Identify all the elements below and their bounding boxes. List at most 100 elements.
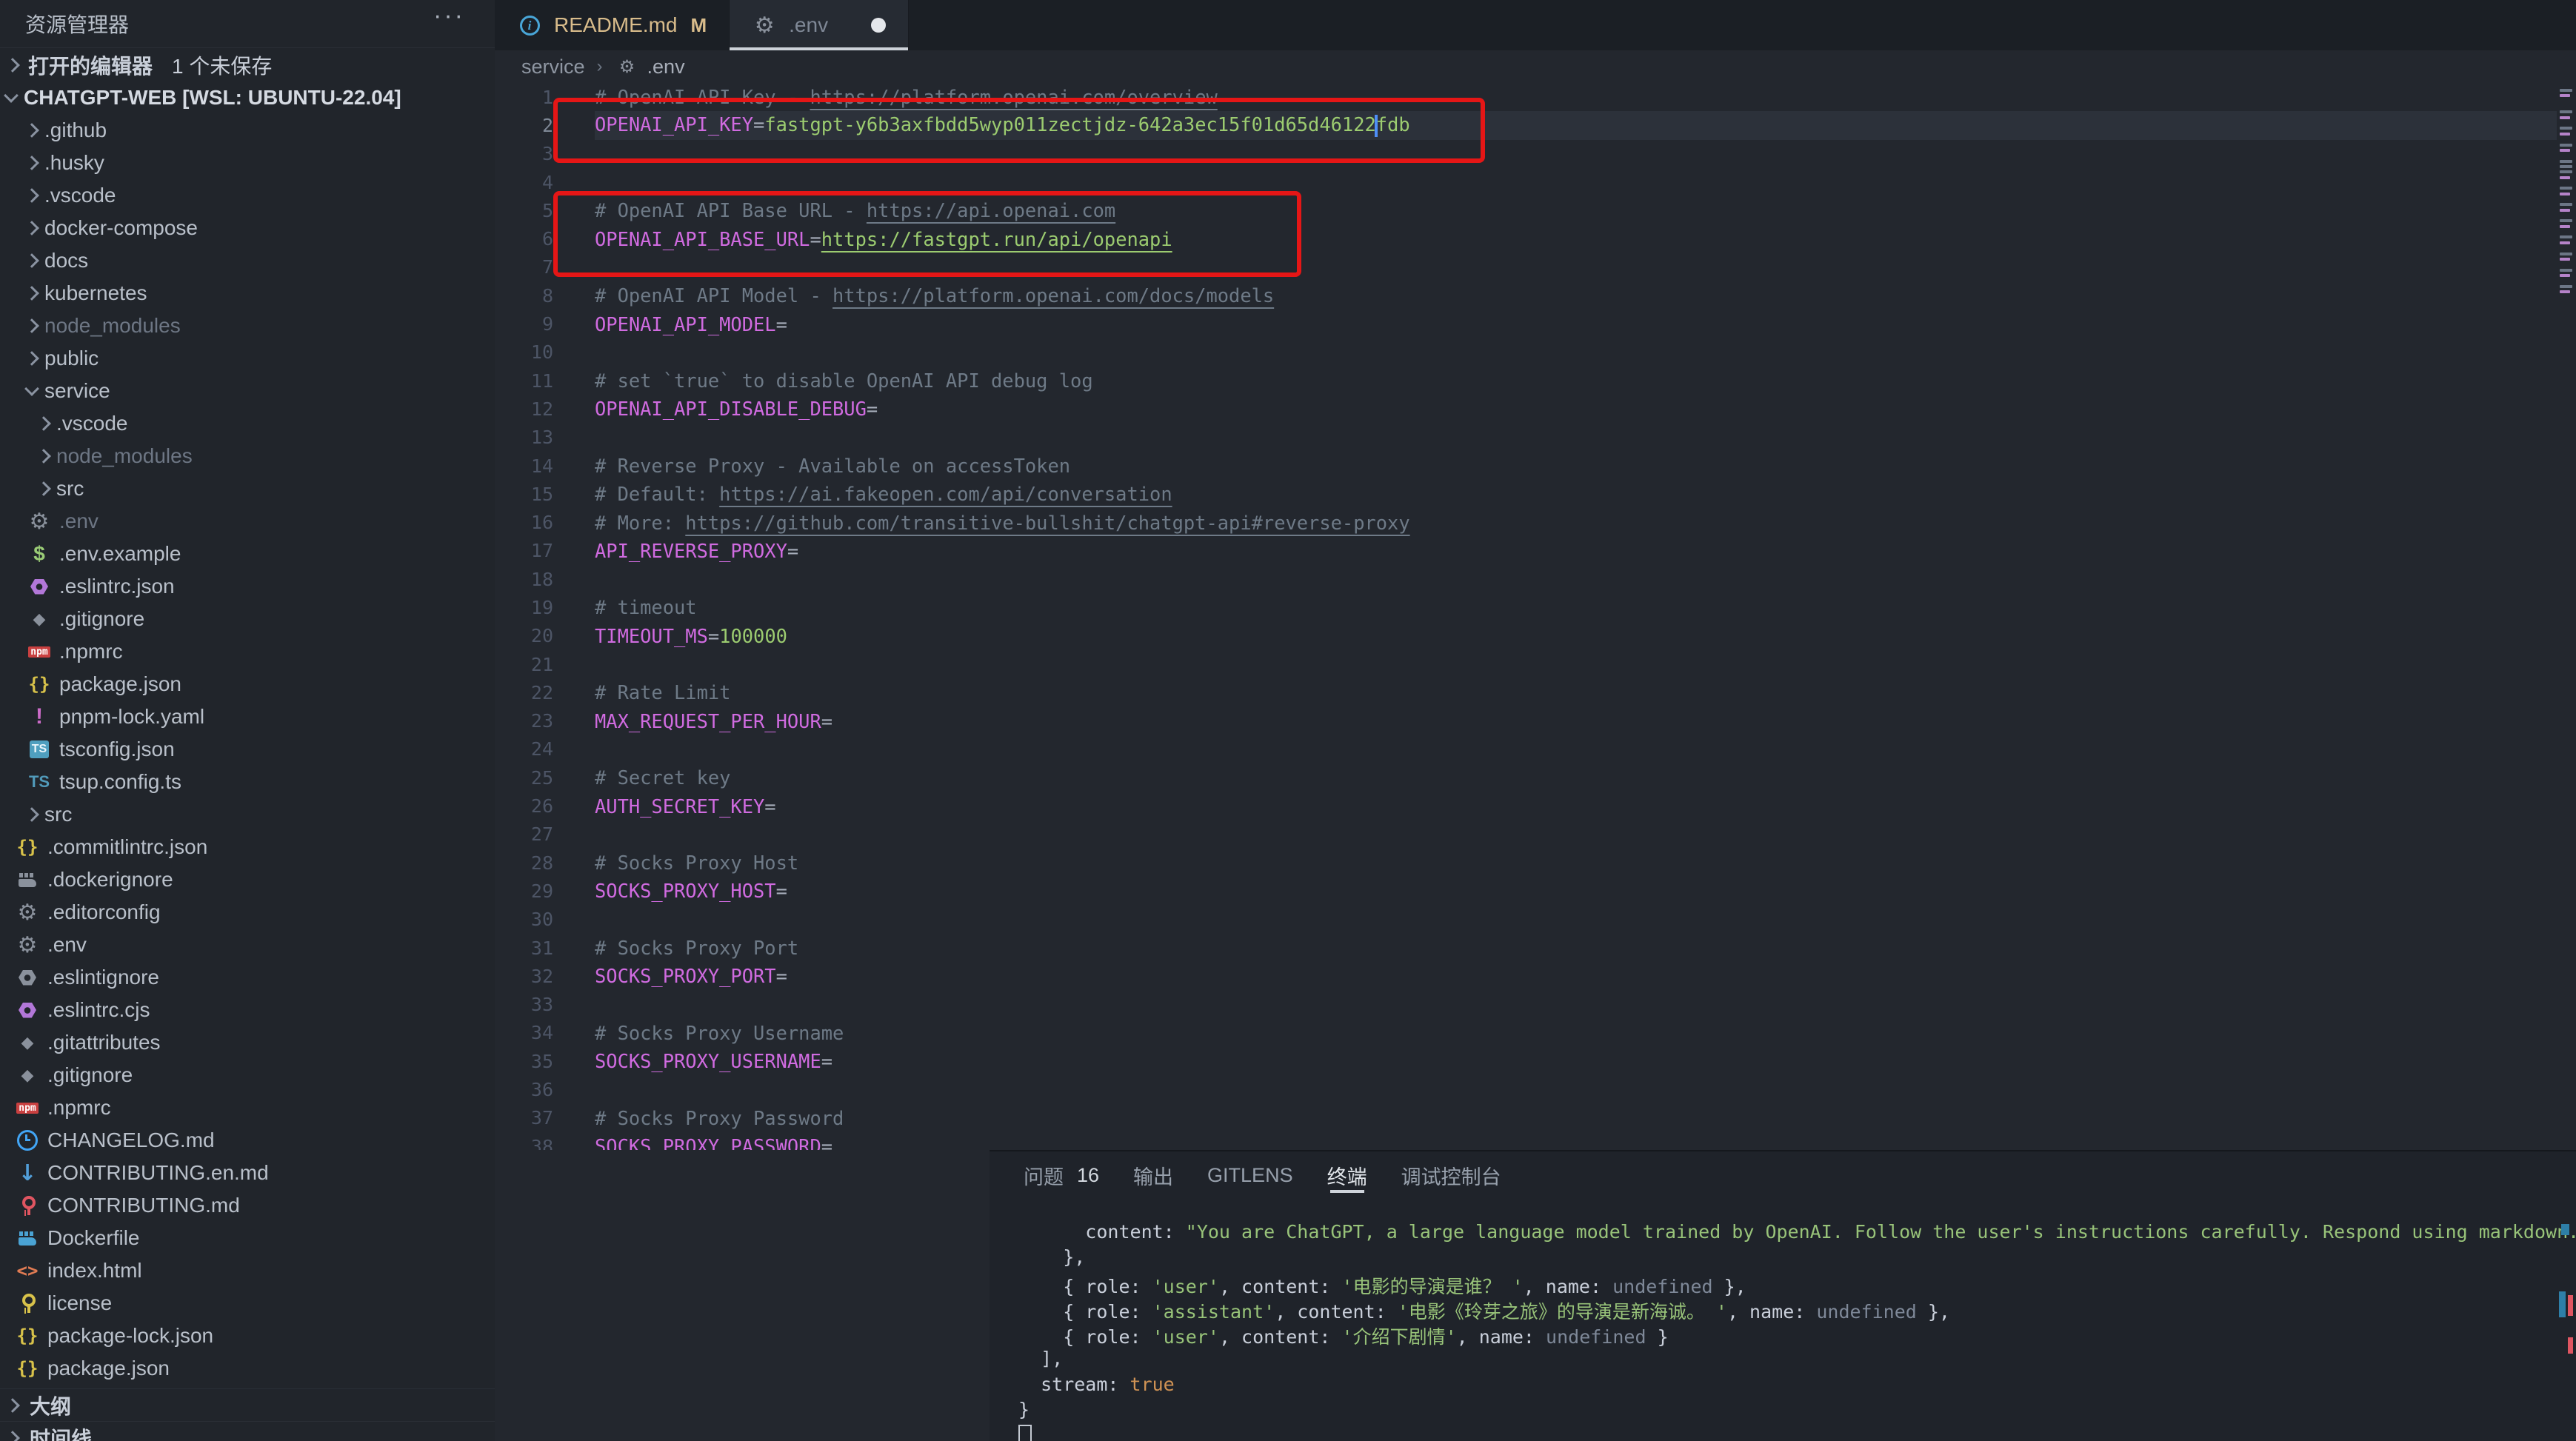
code-line-36[interactable]: 36 — [495, 1075, 2576, 1103]
tree-item-docker-compose[interactable]: docker-compose — [0, 212, 495, 244]
panel-tab-调试控制台[interactable]: 调试控制台 — [1401, 1151, 1501, 1199]
dirty-indicator-dot[interactable] — [871, 18, 886, 33]
code-line-20[interactable]: 20TIMEOUT_MS=100000 — [495, 622, 2576, 650]
chevron-right-icon — [24, 156, 39, 170]
code-line-27[interactable]: 27 — [495, 820, 2576, 849]
breadcrumb-folder[interactable]: service — [521, 56, 585, 78]
tree-item-license[interactable]: license — [0, 1287, 495, 1320]
panel-tab-输出[interactable]: 输出 — [1133, 1151, 1173, 1199]
more-actions-icon[interactable]: ··· — [433, 1, 465, 30]
tree-item-.env[interactable]: ⚙.env — [0, 929, 495, 961]
tree-item-.env.example[interactable]: $.env.example — [0, 538, 495, 570]
code-line-7[interactable]: 7 — [495, 253, 2576, 281]
timeline-section[interactable]: 时间线 — [0, 1421, 495, 1441]
tree-item-.npmrc[interactable]: npm.npmrc — [0, 1091, 495, 1124]
tree-item-.eslintignore[interactable]: .eslintignore — [0, 961, 495, 994]
code-line-10[interactable]: 10 — [495, 338, 2576, 367]
outline-section[interactable]: 大纲 — [0, 1388, 495, 1422]
tab-.env[interactable]: ⚙.env — [730, 0, 909, 50]
tree-item-.vscode[interactable]: .vscode — [0, 179, 495, 212]
code-line-14[interactable]: 14# Reverse Proxy - Available on accessT… — [495, 452, 2576, 480]
code-line-26[interactable]: 26AUTH_SECRET_KEY= — [495, 792, 2576, 820]
tree-item-.eslintrc.cjs[interactable]: .eslintrc.cjs — [0, 994, 495, 1026]
tree-item-.eslintrc.json[interactable]: .eslintrc.json — [0, 570, 495, 603]
code-line-18[interactable]: 18 — [495, 565, 2576, 593]
code-line-5[interactable]: 5# OpenAI API Base URL - https://api.ope… — [495, 196, 2576, 224]
code-line-11[interactable]: 11# set `true` to disable OpenAI API deb… — [495, 367, 2576, 395]
code-line-35[interactable]: 35SOCKS_PROXY_USERNAME= — [495, 1047, 2576, 1075]
tree-item-.commitlintrc.json[interactable]: {}.commitlintrc.json — [0, 831, 495, 863]
tree-item-package.json[interactable]: {}package.json — [0, 668, 495, 701]
code-line-4[interactable]: 4 — [495, 168, 2576, 196]
code-line-31[interactable]: 31# Socks Proxy Port — [495, 934, 2576, 962]
code-line-28[interactable]: 28# Socks Proxy Host — [495, 849, 2576, 877]
tree-item-.gitignore[interactable]: ◆.gitignore — [0, 1059, 495, 1091]
code-line-22[interactable]: 22# Rate Limit — [495, 678, 2576, 706]
tree-item-.dockerignore[interactable]: .dockerignore — [0, 863, 495, 896]
tree-item-label: .husky — [44, 151, 104, 175]
code-line-38[interactable]: 38SOCKS_PROXY_PASSWORD= — [495, 1132, 2576, 1150]
tree-item-.vscode[interactable]: .vscode — [0, 407, 495, 440]
breadcrumb[interactable]: service › ⚙ .env — [495, 50, 2576, 83]
tree-item-tsup.config.ts[interactable]: TStsup.config.ts — [0, 766, 495, 798]
open-editors-section[interactable]: 打开的编辑器 1 个未保存 — [0, 47, 495, 82]
tree-item-.gitignore[interactable]: ◆.gitignore — [0, 603, 495, 635]
tree-item-.husky[interactable]: .husky — [0, 147, 495, 179]
project-root[interactable]: CHATGPT-WEB [WSL: UBUNTU-22.04] — [0, 81, 495, 114]
code-line-6[interactable]: 6OPENAI_API_BASE_URL=https://fastgpt.run… — [495, 224, 2576, 253]
tree-item-label: public — [44, 347, 99, 370]
code-line-21[interactable]: 21 — [495, 650, 2576, 678]
code-line-17[interactable]: 17API_REVERSE_PROXY= — [495, 537, 2576, 565]
code-line-30[interactable]: 30 — [495, 906, 2576, 934]
code-line-2[interactable]: 2OPENAI_API_KEY=fastgpt-y6b3axfbdd5wyp01… — [495, 111, 2576, 139]
gear-icon: ⚙ — [615, 56, 640, 77]
panel-tab-问题[interactable]: 问题16 — [1024, 1151, 1099, 1199]
tab-README.md[interactable]: README.mdM — [495, 0, 730, 50]
code-line-1[interactable]: 1# OpenAI API Key - https://platform.ope… — [495, 83, 2576, 111]
panel-tab-终端[interactable]: 终端 — [1327, 1151, 1367, 1199]
minimap[interactable] — [2557, 83, 2576, 1150]
tree-item-pnpm-lock.yaml[interactable]: !pnpm-lock.yaml — [0, 701, 495, 733]
tree-item-CONTRIBUTING.en.md[interactable]: ↓CONTRIBUTING.en.md — [0, 1157, 495, 1189]
code-line-8[interactable]: 8# OpenAI API Model - https://platform.o… — [495, 281, 2576, 310]
tree-item-Dockerfile[interactable]: Dockerfile — [0, 1222, 495, 1254]
tree-item-node_modules[interactable]: node_modules — [0, 310, 495, 342]
terminal-output[interactable]: content: "You are ChatGPT, a large langu… — [1018, 1221, 2546, 1441]
tree-item-.editorconfig[interactable]: ⚙.editorconfig — [0, 896, 495, 929]
code-line-24[interactable]: 24 — [495, 735, 2576, 763]
tree-item-CONTRIBUTING.md[interactable]: CONTRIBUTING.md — [0, 1189, 495, 1222]
code-line-25[interactable]: 25# Secret key — [495, 763, 2576, 792]
tree-item-src[interactable]: src — [0, 472, 495, 505]
code-line-23[interactable]: 23MAX_REQUEST_PER_HOUR= — [495, 707, 2576, 735]
tree-item-tsconfig.json[interactable]: TStsconfig.json — [0, 733, 495, 766]
code-line-16[interactable]: 16# More: https://github.com/transitive-… — [495, 508, 2576, 536]
tree-item-docs[interactable]: docs — [0, 244, 495, 277]
tree-item-.env[interactable]: ⚙.env — [0, 505, 495, 538]
tree-item-package-lock.json[interactable]: {}package-lock.json — [0, 1320, 495, 1352]
panel-tab-GITLENS[interactable]: GITLENS — [1207, 1151, 1293, 1199]
code-line-3[interactable]: 3 — [495, 140, 2576, 168]
tree-item-node_modules[interactable]: node_modules — [0, 440, 495, 472]
tree-item-.github[interactable]: .github — [0, 114, 495, 147]
tree-item-kubernetes[interactable]: kubernetes — [0, 277, 495, 310]
tree-item-public[interactable]: public — [0, 342, 495, 375]
breadcrumb-file[interactable]: .env — [647, 56, 685, 78]
tree-item-index.html[interactable]: <>index.html — [0, 1254, 495, 1287]
code-line-32[interactable]: 32SOCKS_PROXY_PORT= — [495, 962, 2576, 990]
code-line-12[interactable]: 12OPENAI_API_DISABLE_DEBUG= — [495, 395, 2576, 423]
code-line-15[interactable]: 15# Default: https://ai.fakeopen.com/api… — [495, 480, 2576, 508]
tree-item-service[interactable]: service — [0, 375, 495, 407]
code-line-19[interactable]: 19# timeout — [495, 593, 2576, 621]
code-editor[interactable]: 1# OpenAI API Key - https://platform.ope… — [495, 83, 2576, 1150]
code-line-29[interactable]: 29SOCKS_PROXY_HOST= — [495, 877, 2576, 905]
tree-item-src[interactable]: src — [0, 798, 495, 831]
code-line-13[interactable]: 13 — [495, 424, 2576, 452]
tree-item-.gitattributes[interactable]: ◆.gitattributes — [0, 1026, 495, 1059]
code-line-9[interactable]: 9OPENAI_API_MODEL= — [495, 310, 2576, 338]
tree-item-package.json[interactable]: {}package.json — [0, 1352, 495, 1385]
code-line-37[interactable]: 37# Socks Proxy Password — [495, 1104, 2576, 1132]
tree-item-CHANGELOG.md[interactable]: CHANGELOG.md — [0, 1124, 495, 1157]
tree-item-.npmrc[interactable]: npm.npmrc — [0, 635, 495, 668]
code-line-33[interactable]: 33 — [495, 991, 2576, 1019]
code-line-34[interactable]: 34# Socks Proxy Username — [495, 1019, 2576, 1047]
